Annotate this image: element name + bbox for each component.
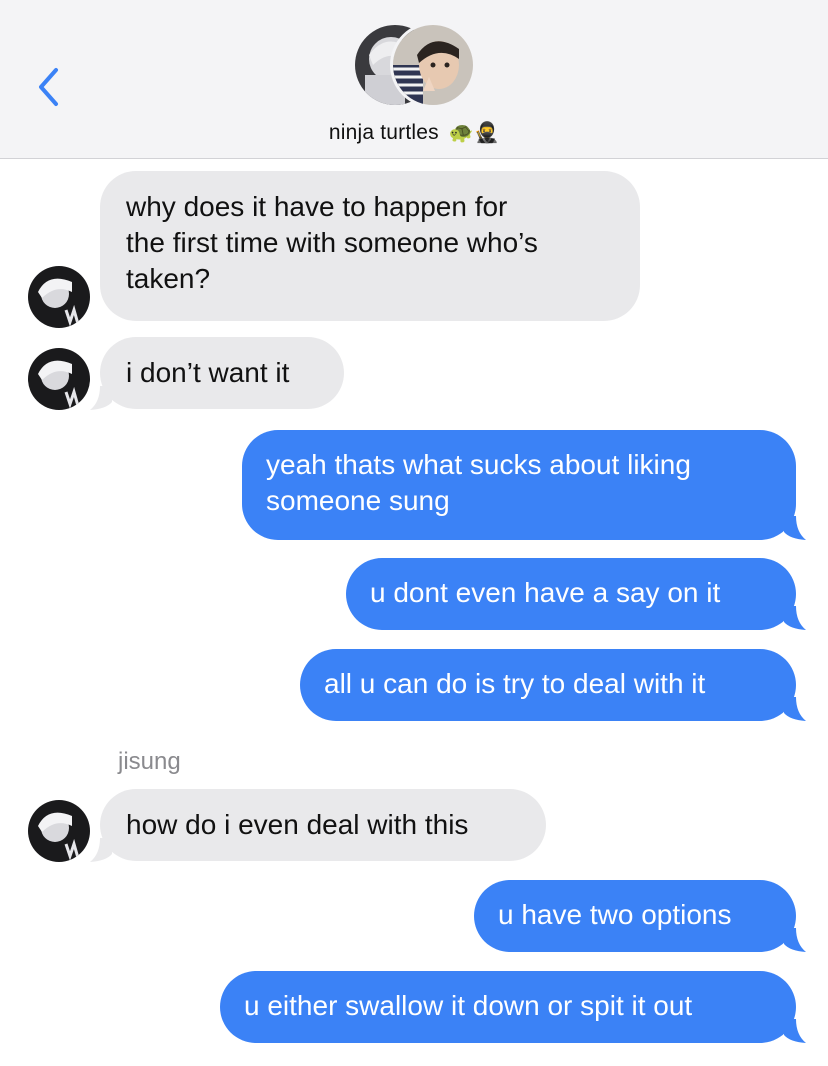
message-bubble-outgoing[interactable]: u have two options xyxy=(474,880,796,952)
bubble-tail xyxy=(784,516,806,540)
bubble-tail xyxy=(90,838,112,862)
contact-avatar[interactable] xyxy=(28,266,90,328)
bubble-tail xyxy=(784,697,806,721)
message-text: u have two options xyxy=(498,899,732,930)
group-title[interactable]: ninja turtles 🐢🥷 xyxy=(0,120,828,145)
bubble-tail xyxy=(90,386,112,410)
contact-avatar[interactable] xyxy=(28,348,90,410)
conversation-header: ninja turtles 🐢🥷 xyxy=(0,0,828,159)
message-bubble-outgoing[interactable]: u either swallow it down or spit it out xyxy=(220,971,796,1043)
message-bubble-incoming[interactable]: why does it have to happen for the first… xyxy=(100,171,640,321)
message-bubble-outgoing[interactable]: all u can do is try to deal with it xyxy=(300,649,796,721)
message-text: how do i even deal with this xyxy=(126,809,469,840)
group-emojis: 🐢🥷 xyxy=(448,122,500,144)
sender-name: jisung xyxy=(118,748,181,775)
group-avatar[interactable] xyxy=(352,22,478,108)
chevron-left-icon xyxy=(39,68,58,106)
group-name: ninja turtles xyxy=(328,121,439,144)
back-button[interactable] xyxy=(28,62,68,112)
bubble-tail xyxy=(784,606,806,630)
message-bubble-incoming[interactable]: i don’t want it xyxy=(100,337,344,409)
message-text: u dont even have a say on it xyxy=(370,577,721,608)
message-text: yeah thats what sucks about liking someo… xyxy=(266,449,691,516)
contact-avatar[interactable] xyxy=(28,800,90,862)
message-text: all u can do is try to deal with it xyxy=(324,668,706,699)
message-bubble-incoming[interactable]: how do i even deal with this xyxy=(100,789,546,861)
member-avatar xyxy=(390,22,476,108)
message-text: i don’t want it xyxy=(126,357,290,388)
message-bubble-outgoing[interactable]: yeah thats what sucks about liking someo… xyxy=(242,430,796,540)
bubble-tail xyxy=(784,928,806,952)
message-text: why does it have to happen for the first… xyxy=(126,191,538,294)
message-text: u either swallow it down or spit it out xyxy=(244,990,693,1021)
message-bubble-outgoing[interactable]: u dont even have a say on it xyxy=(346,558,796,630)
bubble-tail xyxy=(784,1019,806,1043)
